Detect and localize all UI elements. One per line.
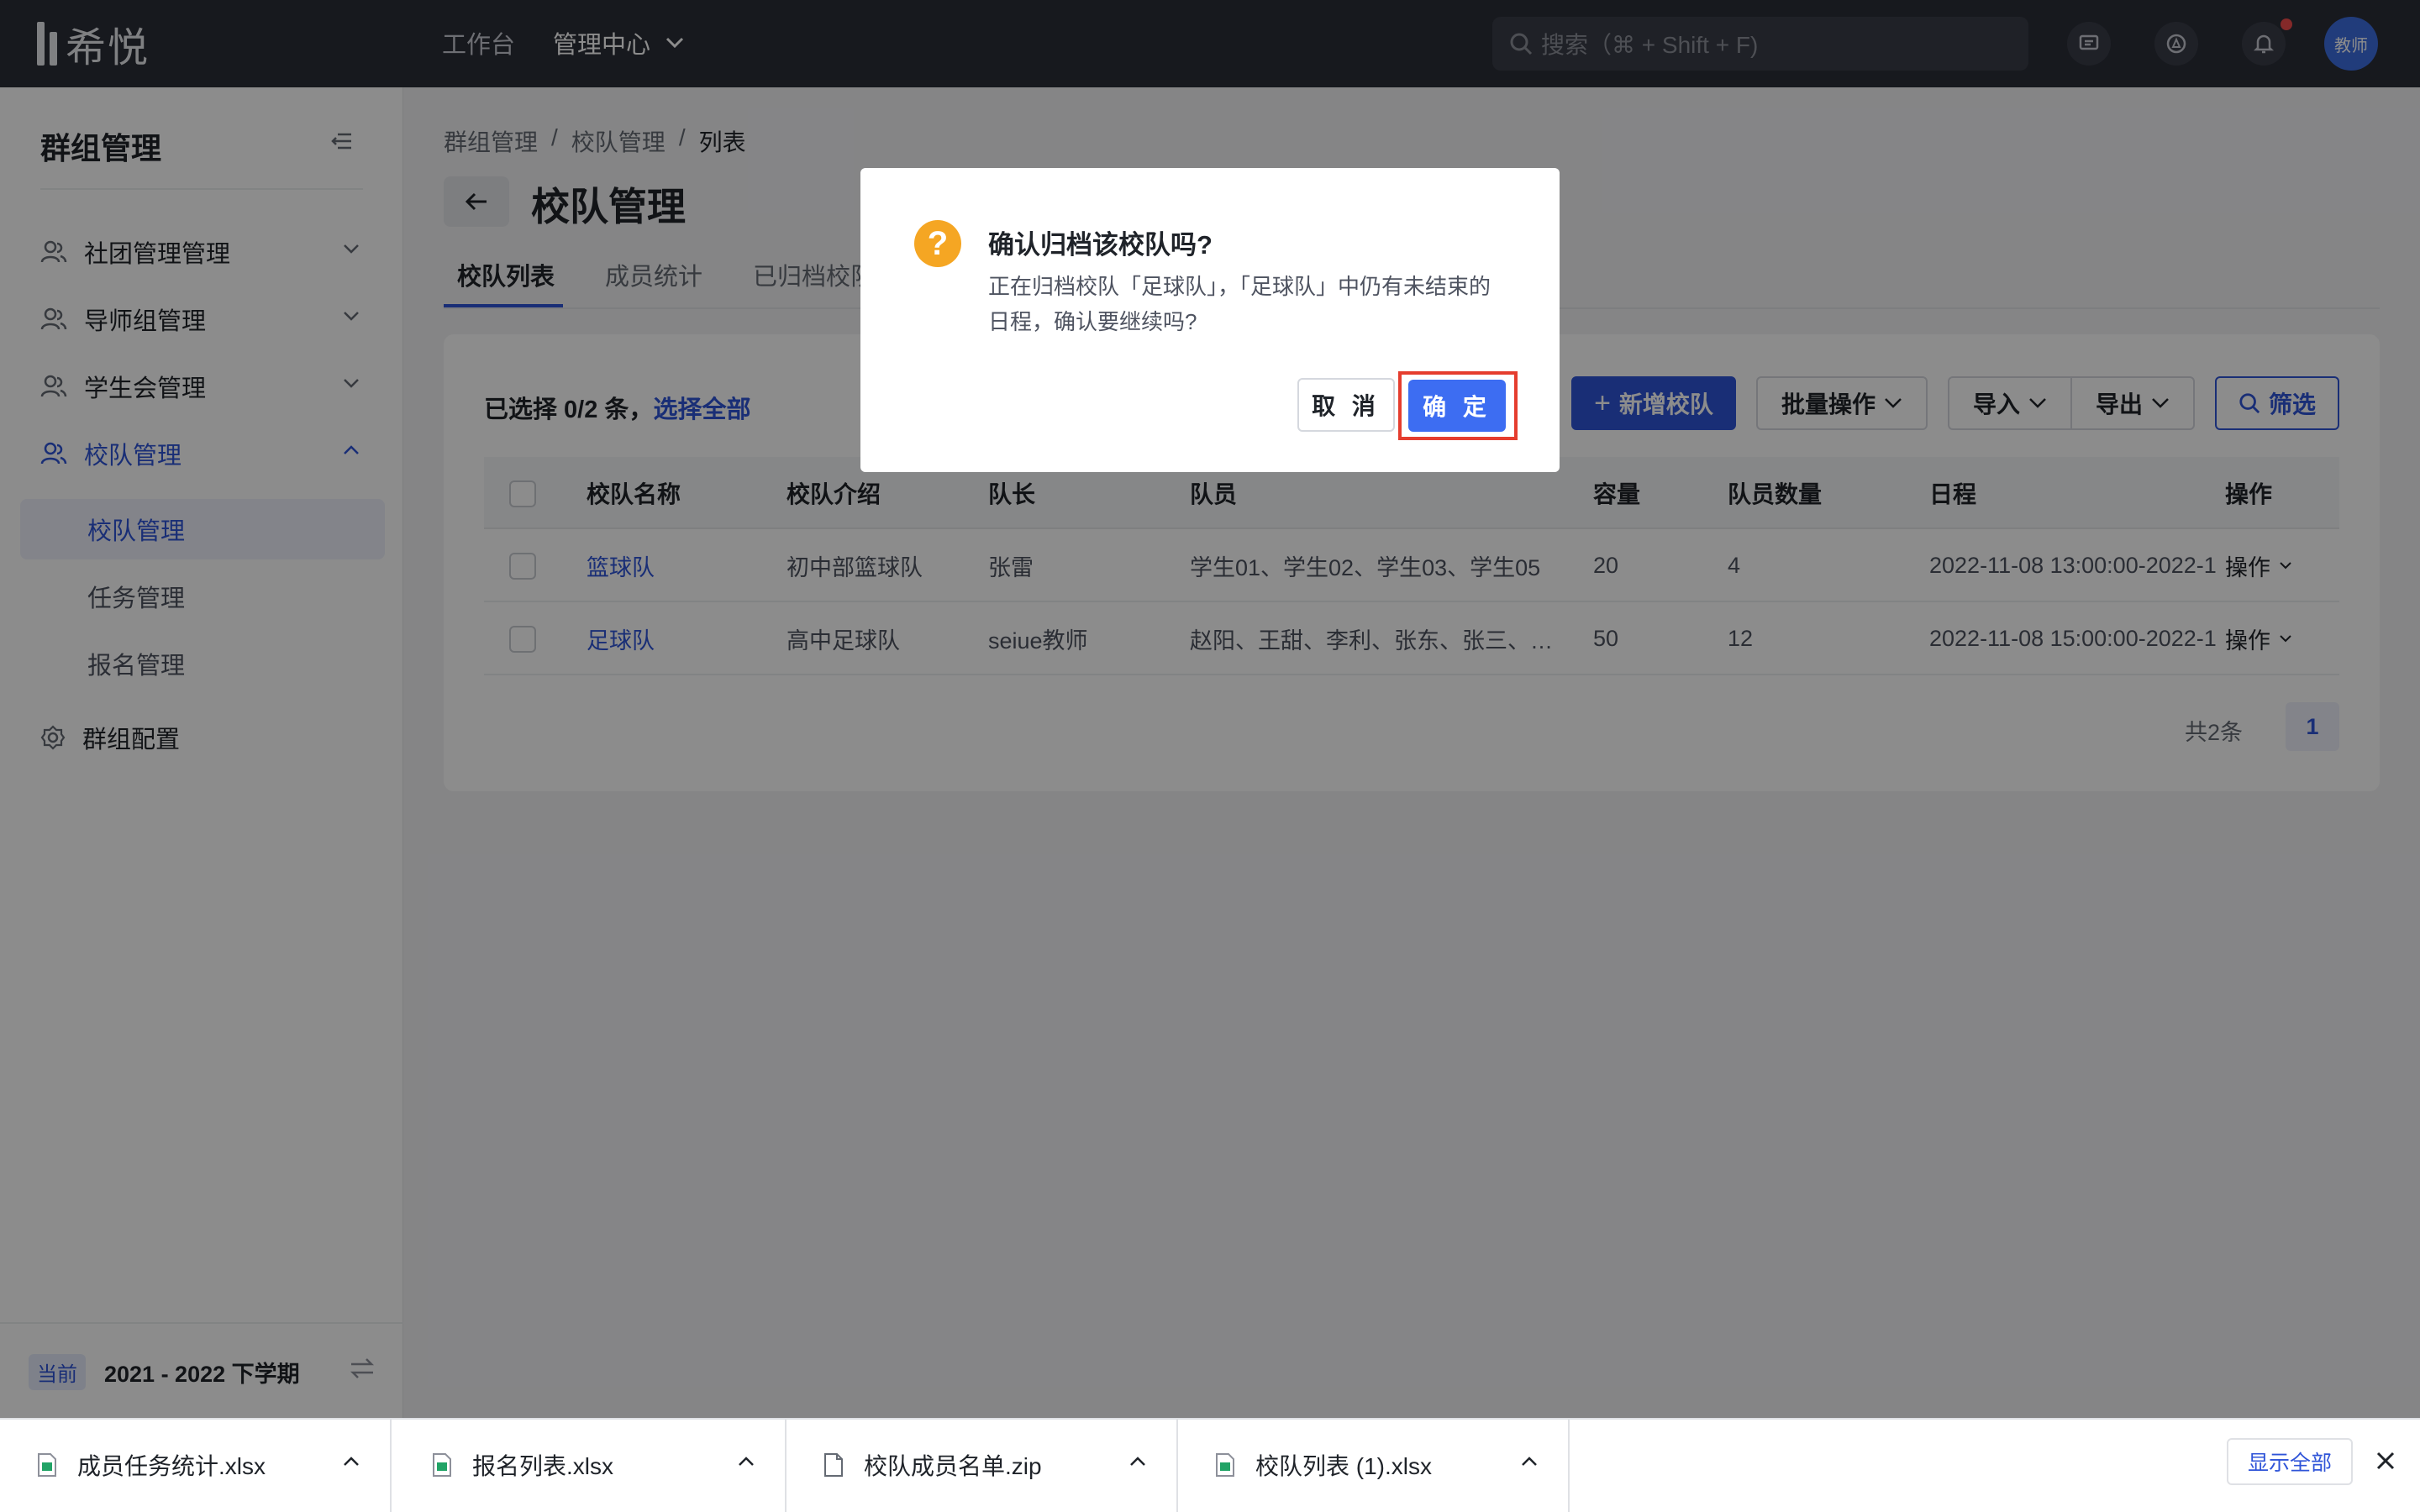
download-item[interactable]: 成员任务统计.xlsx — [0, 1418, 392, 1512]
spreadsheet-file-icon — [38, 1453, 56, 1477]
download-filename: 校队成员名单.zip — [864, 1453, 1042, 1479]
download-filename: 成员任务统计.xlsx — [77, 1453, 266, 1479]
file-icon — [824, 1453, 843, 1477]
close-icon[interactable] — [2375, 1450, 2396, 1472]
dialog-message: 正在归档校队「足球队」，「足球队」中仍有未结束的日程，确认要继续吗? — [988, 274, 1491, 334]
cancel-button[interactable]: 取 消 — [1297, 378, 1395, 432]
download-item[interactable]: 报名列表.xlsx — [395, 1418, 786, 1512]
download-item[interactable]: 校队列表 (1).xlsx — [1178, 1418, 1570, 1512]
show-all-downloads-button[interactable]: 显示全部 — [2227, 1438, 2353, 1485]
download-filename: 报名列表.xlsx — [472, 1453, 614, 1479]
download-item[interactable]: 校队成员名单.zip — [786, 1418, 1178, 1512]
confirm-button[interactable]: 确 定 — [1408, 380, 1506, 432]
download-filename: 校队列表 (1).xlsx — [1255, 1453, 1433, 1479]
question-icon: ? — [914, 220, 961, 267]
chevron-up-icon[interactable] — [738, 1457, 755, 1467]
chevron-up-icon[interactable] — [1129, 1457, 1146, 1467]
chevron-up-icon[interactable] — [1521, 1457, 1538, 1467]
chevron-up-icon[interactable] — [343, 1457, 360, 1467]
spreadsheet-file-icon — [1216, 1453, 1234, 1477]
spreadsheet-file-icon — [433, 1453, 451, 1477]
dialog-title: 确认归档该校队吗? — [988, 230, 1213, 260]
